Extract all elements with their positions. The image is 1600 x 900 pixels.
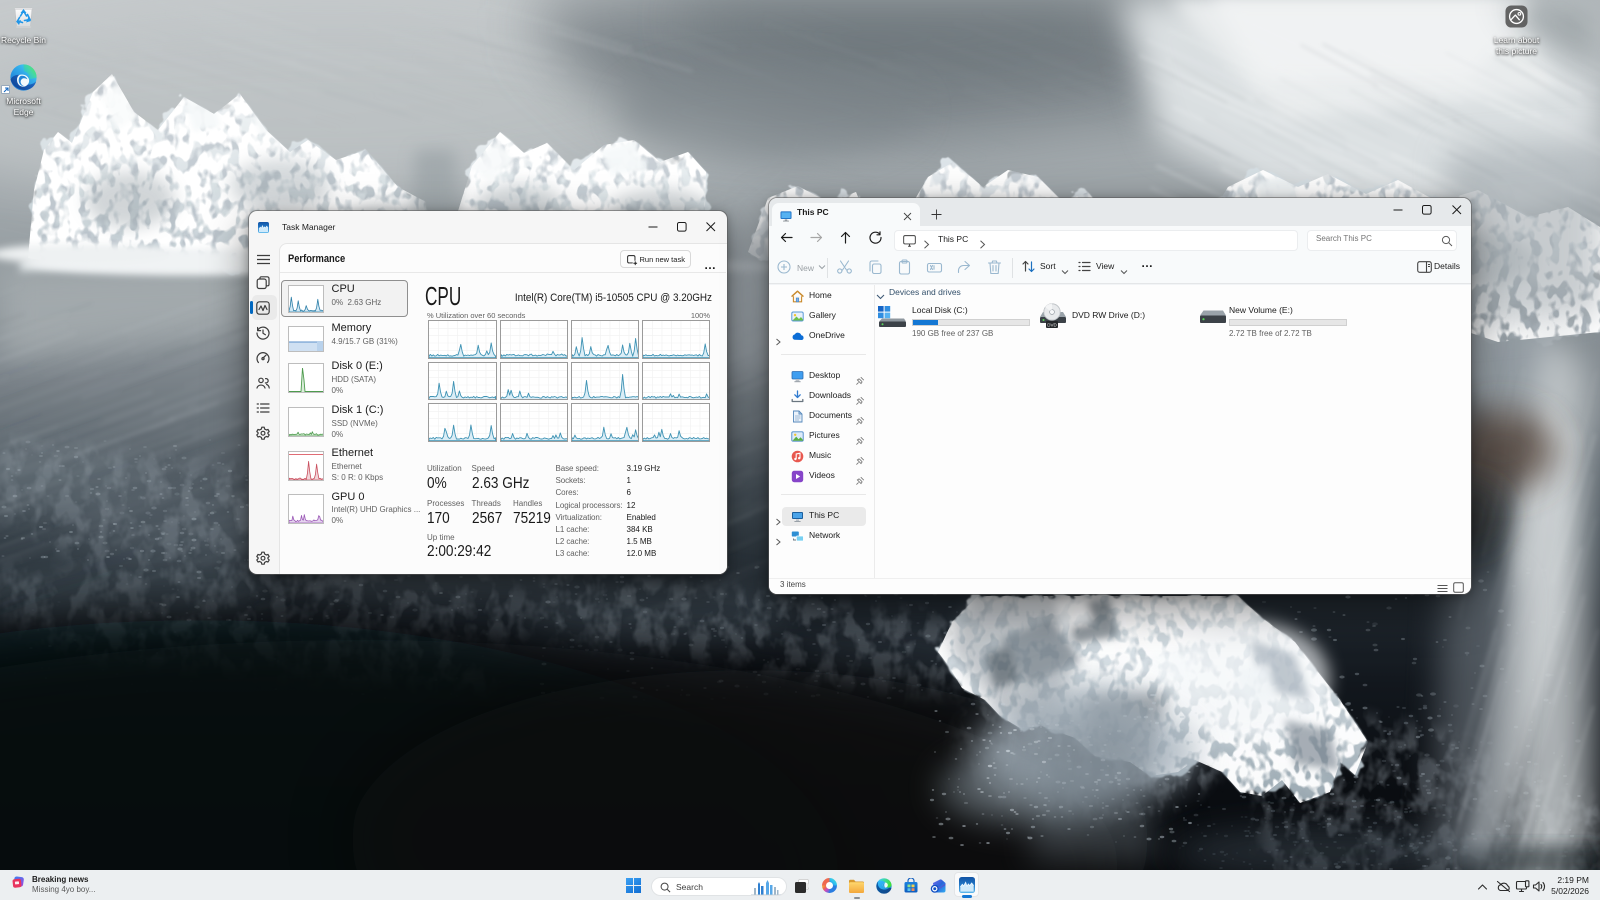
svg-text:DVD: DVD [1047,323,1057,328]
